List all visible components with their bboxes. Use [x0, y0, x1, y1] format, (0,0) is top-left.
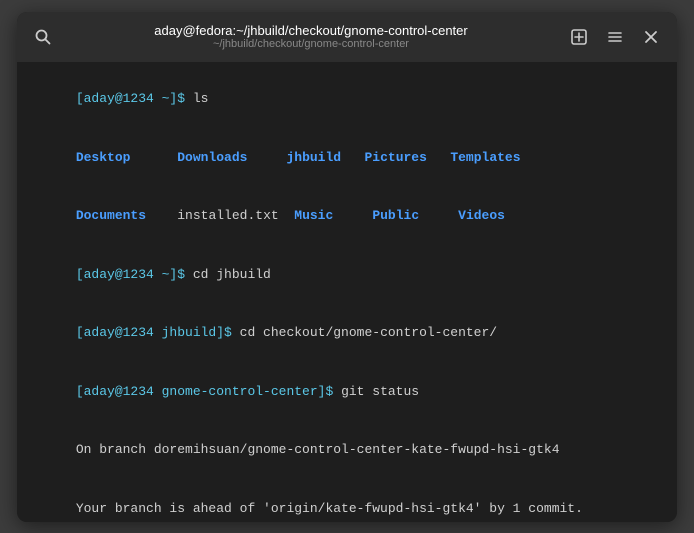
terminal-line: [aday@1234 jhbuild]$ cd checkout/gnome-c… — [29, 304, 665, 363]
window-title: aday@fedora:~/jhbuild/checkout/gnome-con… — [154, 23, 467, 38]
add-tab-icon — [570, 28, 588, 46]
titlebar-left — [27, 21, 59, 53]
ls-output-row1: Desktop Downloads jhbuild Pictures Templ… — [29, 128, 665, 187]
terminal-line: On branch doremihsuan/gnome-control-cent… — [29, 421, 665, 480]
new-tab-button[interactable] — [563, 21, 595, 53]
ls-output-row2: Documents installed.txt Music Public Vid… — [29, 187, 665, 246]
window-subtitle: ~/jhbuild/checkout/gnome-control-center — [213, 38, 409, 50]
titlebar: aday@fedora:~/jhbuild/checkout/gnome-con… — [17, 12, 677, 62]
terminal-window: aday@fedora:~/jhbuild/checkout/gnome-con… — [17, 12, 677, 522]
titlebar-center: aday@fedora:~/jhbuild/checkout/gnome-con… — [59, 23, 563, 50]
terminal-line: [aday@1234 ~]$ ls — [29, 70, 665, 129]
terminal-output[interactable]: [aday@1234 ~]$ ls Desktop Downloads jhbu… — [17, 62, 677, 522]
terminal-line: [aday@1234 gnome-control-center]$ git st… — [29, 362, 665, 421]
terminal-line: [aday@1234 ~]$ cd jhbuild — [29, 245, 665, 304]
hamburger-icon — [606, 28, 624, 46]
terminal-line: Your branch is ahead of 'origin/kate-fwu… — [29, 479, 665, 522]
prompt: [aday@1234 ~]$ — [76, 91, 185, 106]
titlebar-right — [563, 21, 667, 53]
search-button[interactable] — [27, 21, 59, 53]
close-button[interactable] — [635, 21, 667, 53]
close-icon — [644, 30, 658, 44]
search-icon — [34, 28, 52, 46]
menu-button[interactable] — [599, 21, 631, 53]
